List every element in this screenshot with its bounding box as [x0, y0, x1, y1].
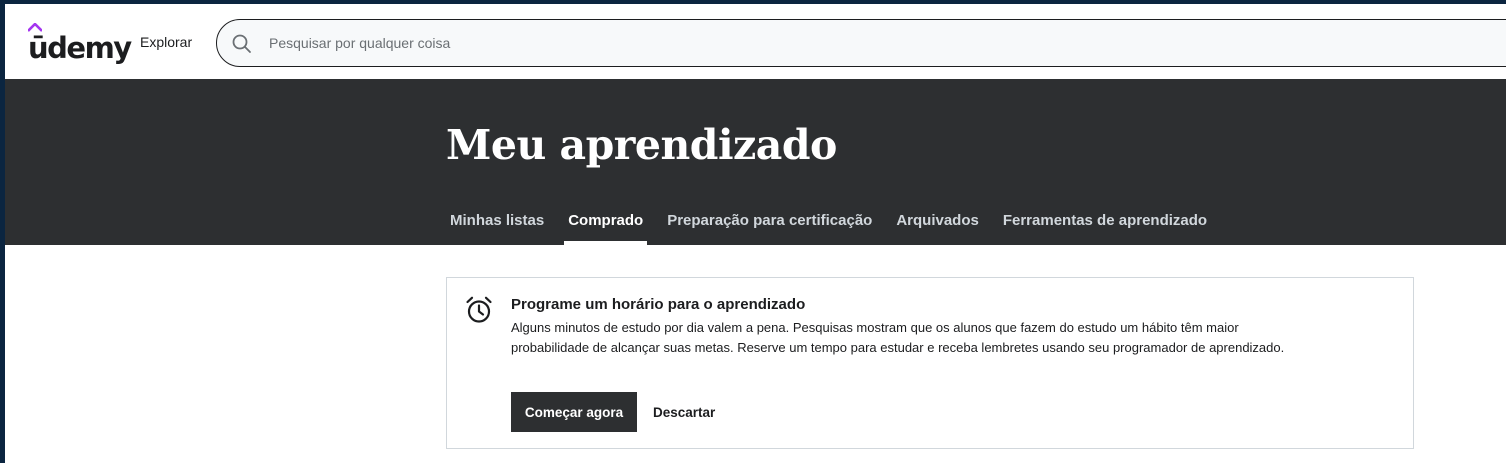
logo-wordmark: ūdemy — [28, 31, 132, 65]
card-title: Programe um horário para o aprendizado — [511, 296, 806, 313]
learning-reminder-card: Programe um horário para o aprendizado A… — [446, 277, 1414, 449]
page-title: Meu aprendizado — [446, 121, 837, 169]
tab-certification-prep[interactable]: Preparação para certificação — [663, 205, 876, 245]
udemy-logo[interactable]: ūdemy — [28, 23, 132, 65]
explore-menu[interactable]: Explorar — [140, 34, 192, 50]
top-navigation-bar: ūdemy Explorar — [5, 4, 1506, 79]
alarm-clock-icon — [466, 296, 492, 323]
logo-hat-icon — [28, 23, 42, 32]
browser-page: ūdemy Explorar Meu aprendizado Minhas li… — [5, 4, 1506, 463]
card-description: Alguns minutos de estudo por dia valem a… — [511, 320, 1285, 355]
start-now-button[interactable]: Começar agora — [511, 392, 637, 432]
search-input[interactable] — [269, 32, 1069, 54]
search-bar[interactable] — [216, 19, 1506, 67]
tab-archived[interactable]: Arquivados — [892, 205, 983, 245]
dismiss-button[interactable]: Descartar — [645, 392, 723, 432]
my-learning-banner: Meu aprendizado Minhas listas Comprado P… — [5, 79, 1506, 245]
learning-tabs: Minhas listas Comprado Preparação para c… — [446, 205, 1227, 245]
search-icon[interactable] — [231, 33, 253, 55]
tab-learning-tools[interactable]: Ferramentas de aprendizado — [999, 205, 1211, 245]
tab-purchased[interactable]: Comprado — [564, 205, 648, 245]
tab-my-lists[interactable]: Minhas listas — [446, 205, 548, 245]
